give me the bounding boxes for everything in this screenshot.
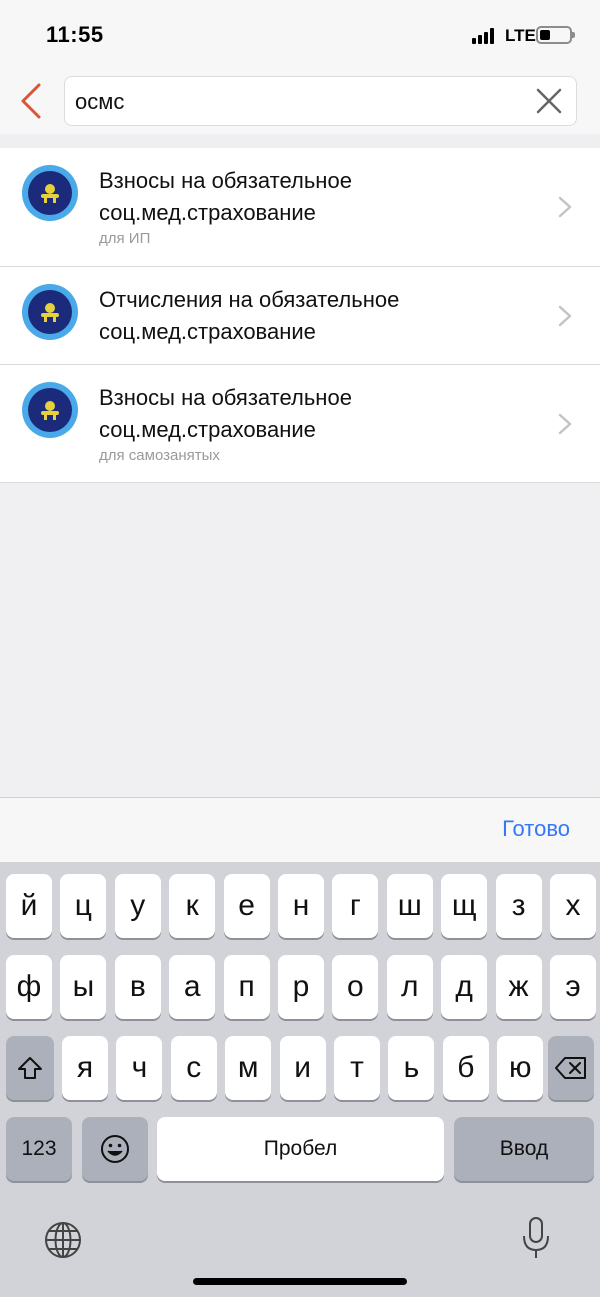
list-item[interactable]: Взносы на обязательное соц.мед.страхован…	[0, 148, 600, 267]
fund-logo-icon	[22, 165, 78, 221]
enter-key[interactable]: Ввод	[454, 1117, 594, 1181]
letter-key[interactable]: х	[550, 874, 596, 938]
fund-logo-icon	[22, 382, 78, 438]
letter-key[interactable]: р	[278, 955, 324, 1019]
letter-key[interactable]: э	[550, 955, 596, 1019]
signal-icon	[472, 28, 496, 44]
fund-logo-icon	[22, 284, 78, 340]
backspace-key[interactable]	[548, 1036, 594, 1100]
status-bar: 11:55 LTE	[0, 0, 600, 70]
network-label: LTE	[505, 26, 536, 45]
letter-key[interactable]: й	[6, 874, 52, 938]
backspace-icon	[555, 1057, 586, 1079]
letter-key[interactable]: ю	[497, 1036, 544, 1100]
letter-key[interactable]: я	[62, 1036, 108, 1100]
shift-icon	[18, 1057, 42, 1079]
letter-key[interactable]: к	[169, 874, 216, 938]
shift-key[interactable]	[6, 1036, 54, 1100]
clear-search-button[interactable]	[534, 86, 564, 116]
emoji-icon	[101, 1135, 129, 1163]
letter-key[interactable]: ч	[116, 1036, 163, 1100]
letter-key[interactable]: у	[114, 874, 161, 938]
space-key[interactable]: Пробел	[157, 1117, 444, 1181]
list-item[interactable]: Взносы на обязательное соц.мед.страхован…	[0, 365, 600, 483]
letter-key[interactable]: ф	[6, 955, 52, 1019]
letter-key[interactable]: ы	[60, 955, 107, 1019]
item-subtitle: для самозанятых	[99, 447, 220, 464]
done-button[interactable]: Готово	[502, 816, 570, 842]
letter-key[interactable]: ь	[388, 1036, 435, 1100]
letter-key[interactable]: т	[334, 1036, 380, 1100]
letter-key[interactable]: ш	[386, 874, 433, 938]
search-query: осмс	[75, 89, 125, 114]
results-list: Взносы на обязательное соц.мед.страхован…	[0, 148, 600, 483]
keyboard: йцукенгшщзх фывапролджэ ячсмитьбю 123 Пр…	[0, 862, 600, 1297]
close-icon	[536, 88, 562, 114]
letter-key[interactable]: г	[332, 874, 379, 938]
keyboard-toolbar: Готово	[0, 797, 600, 862]
microphone-icon	[523, 1217, 549, 1258]
letter-key[interactable]: е	[223, 874, 270, 938]
letter-key[interactable]: н	[278, 874, 324, 938]
emoji-key[interactable]	[82, 1117, 148, 1181]
dictation-key[interactable]	[520, 1216, 552, 1262]
status-time: 11:55	[46, 22, 104, 47]
globe-key[interactable]	[43, 1220, 83, 1260]
letter-key[interactable]: б	[442, 1036, 489, 1100]
numbers-key[interactable]: 123	[6, 1117, 72, 1181]
globe-icon	[45, 1222, 81, 1258]
letter-key[interactable]: л	[386, 955, 433, 1019]
letter-key[interactable]: в	[114, 955, 161, 1019]
chevron-left-icon	[21, 83, 41, 119]
letter-key[interactable]: ц	[60, 874, 107, 938]
letter-key[interactable]: д	[441, 955, 488, 1019]
chevron-right-icon	[558, 413, 572, 435]
letter-key[interactable]: и	[279, 1036, 326, 1100]
chevron-right-icon	[558, 305, 572, 327]
letter-key[interactable]: с	[170, 1036, 217, 1100]
list-item[interactable]: Отчисления на обязательное соц.мед.страх…	[0, 267, 600, 365]
chevron-right-icon	[558, 196, 572, 218]
letter-key[interactable]: ж	[495, 955, 542, 1019]
letter-key[interactable]: а	[169, 955, 216, 1019]
item-title: Отчисления на обязательное соц.мед.страх…	[99, 287, 400, 344]
item-subtitle: для ИП	[99, 230, 151, 247]
letter-key[interactable]: щ	[441, 874, 488, 938]
search-header: осмс	[0, 70, 600, 134]
home-indicator	[193, 1278, 407, 1285]
section-divider	[0, 134, 600, 148]
letter-key[interactable]: о	[332, 955, 379, 1019]
search-input[interactable]: осмс	[64, 76, 577, 126]
item-title: Взносы на обязательное соц.мед.страхован…	[99, 168, 352, 225]
back-button[interactable]	[14, 80, 48, 122]
letter-key[interactable]: з	[495, 874, 542, 938]
battery-icon	[536, 26, 575, 44]
letter-key[interactable]: п	[223, 955, 270, 1019]
item-title: Взносы на обязательное соц.мед.страхован…	[99, 385, 352, 442]
letter-key[interactable]: м	[225, 1036, 272, 1100]
